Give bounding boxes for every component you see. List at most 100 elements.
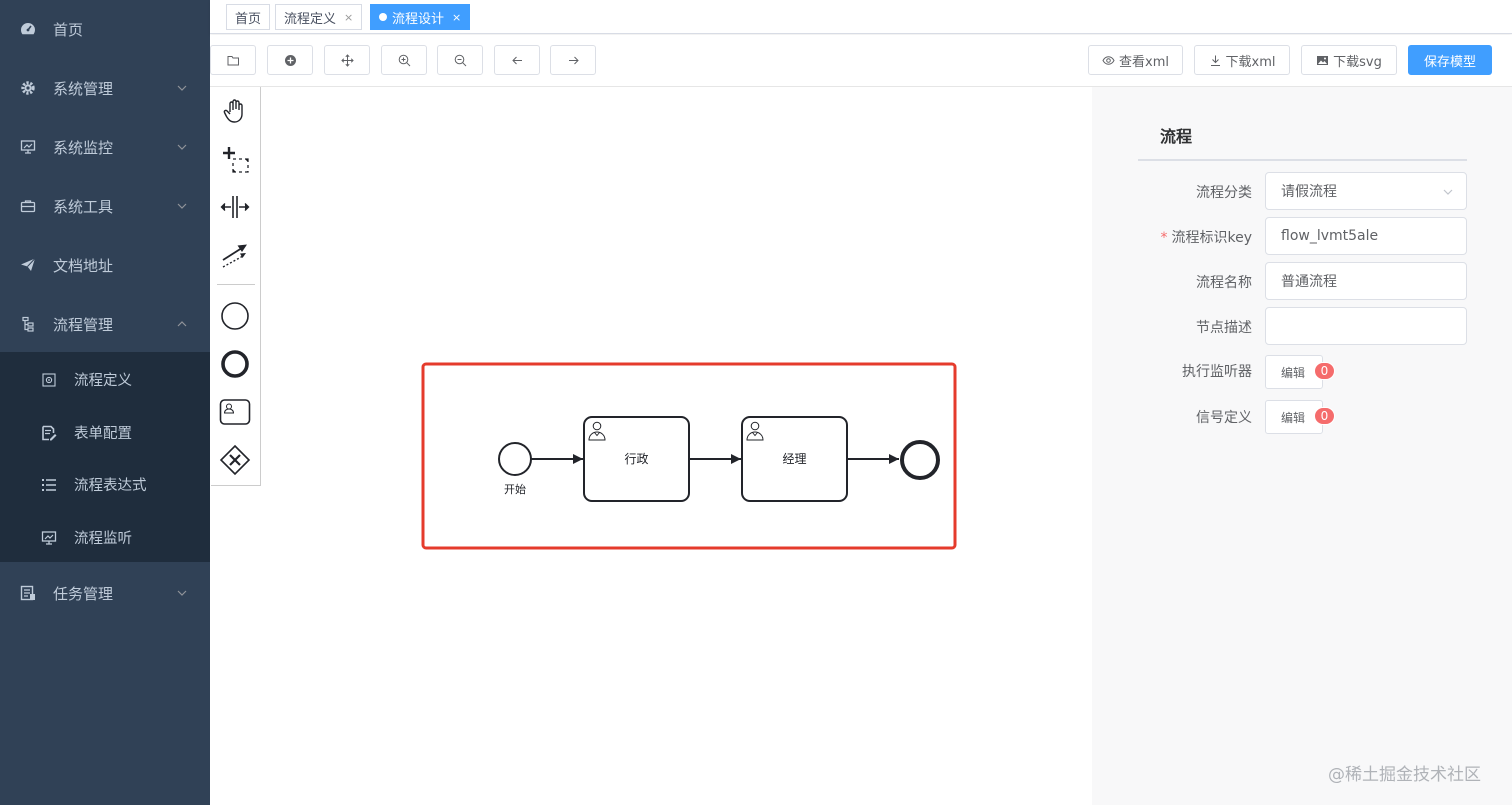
process-category-select[interactable]: 请假流程 xyxy=(1265,172,1467,210)
sidebar-item-home[interactable]: 首页 xyxy=(0,1,210,57)
open-file-icon xyxy=(227,55,239,65)
task-label: 经理 xyxy=(782,452,806,466)
field-label: 节点描述 xyxy=(1196,320,1252,336)
divider xyxy=(1138,159,1467,161)
end-event-icon xyxy=(221,350,249,378)
sidebar-item-process-management[interactable]: 流程管理 xyxy=(0,296,210,352)
create-start-event[interactable] xyxy=(218,299,252,333)
chevron-up-icon xyxy=(177,321,187,327)
sidebar-item-form-config[interactable]: 表单配置 xyxy=(0,406,210,459)
sidebar-item-label: 流程监听 xyxy=(74,531,132,547)
node-description-input[interactable] xyxy=(1265,307,1467,345)
select-value: 请假流程 xyxy=(1281,184,1337,200)
input-value: 普通流程 xyxy=(1281,274,1337,290)
input-value: flow_lvmt5ale xyxy=(1281,228,1379,244)
field-label: * 流程标识key xyxy=(1092,227,1252,247)
sidebar-item-label: 流程管理 xyxy=(53,315,114,334)
chevron-down-icon xyxy=(177,590,187,596)
close-icon[interactable]: × xyxy=(452,11,461,24)
field-label-text: 流程标识key xyxy=(1171,230,1252,246)
sidebar-item-system-admin[interactable]: 系统管理 xyxy=(0,60,210,116)
sidebar-item-label: 流程定义 xyxy=(74,373,132,389)
start-event[interactable] xyxy=(498,442,532,476)
picture-icon xyxy=(1317,55,1329,65)
tag-process-design[interactable]: 流程设计 × xyxy=(370,4,471,30)
sidebar-item-system-tools[interactable]: 系统工具 xyxy=(0,178,210,234)
tag-label: 流程定义 xyxy=(284,11,337,27)
fit-viewport-button[interactable] xyxy=(324,45,370,75)
open-file-button[interactable] xyxy=(210,45,256,75)
save-model-button[interactable]: 保存模型 xyxy=(1408,45,1492,75)
create-user-task[interactable] xyxy=(218,395,252,429)
redo-arrow-icon xyxy=(568,56,579,64)
hand-tool[interactable] xyxy=(218,94,252,128)
download-icon xyxy=(1210,55,1220,66)
sidebar-item-task-management[interactable]: 任务管理 xyxy=(0,565,210,621)
zoom-out-icon xyxy=(454,54,466,66)
panel-title: 流程 xyxy=(1160,127,1193,146)
sidebar-item-process-definition[interactable]: 流程定义 xyxy=(0,353,210,406)
tag-label: 流程设计 xyxy=(392,11,445,27)
field-label: 流程分类 xyxy=(1196,185,1252,201)
global-connect-tool[interactable] xyxy=(218,238,252,272)
zoom-out-button[interactable] xyxy=(437,45,483,75)
sidebar-item-label: 任务管理 xyxy=(53,584,114,603)
task-icon xyxy=(20,585,36,601)
undo-button[interactable] xyxy=(494,45,540,75)
field-label: 信号定义 xyxy=(1196,410,1252,426)
create-end-event[interactable] xyxy=(218,347,252,381)
monitor-icon xyxy=(41,530,57,546)
user-task-icon xyxy=(219,399,251,425)
tag-process-definition[interactable]: 流程定义 × xyxy=(275,4,363,30)
start-event-label: 开始 xyxy=(504,482,526,496)
submenu-process-management: 流程定义 表单配置 流程表达式 流程监听 xyxy=(0,352,210,562)
chevron-down-icon xyxy=(177,85,187,91)
redo-button[interactable] xyxy=(550,45,596,75)
button-label: 编辑 xyxy=(1281,365,1306,380)
process-definition-icon xyxy=(41,372,57,388)
tags-view: 首页 流程定义 × 流程设计 × xyxy=(210,0,1512,34)
signal-count-badge: 0 xyxy=(1314,407,1335,425)
space-tool-icon xyxy=(220,196,250,218)
sidebar-item-label: 首页 xyxy=(53,20,84,39)
start-event-icon xyxy=(221,302,249,330)
close-icon[interactable]: × xyxy=(344,11,353,24)
lasso-tool[interactable] xyxy=(218,142,252,176)
sidebar-item-label: 表单配置 xyxy=(74,426,132,442)
zoom-in-button[interactable] xyxy=(381,45,427,75)
save-model-label: 保存模型 xyxy=(1423,54,1476,70)
tag-home[interactable]: 首页 xyxy=(226,4,271,30)
sidebar-item-system-monitor[interactable]: 系统监控 xyxy=(0,119,210,175)
zoom-in-icon xyxy=(398,54,410,66)
space-tool[interactable] xyxy=(218,190,252,224)
tag-label: 首页 xyxy=(235,11,262,27)
create-exclusive-gateway[interactable] xyxy=(218,443,252,477)
view-xml-button[interactable]: 查看xml xyxy=(1088,45,1183,75)
download-xml-button[interactable]: 下载xml xyxy=(1194,45,1290,75)
end-event[interactable] xyxy=(900,440,940,480)
bpmn-palette xyxy=(211,87,261,486)
sidebar-item-docs[interactable]: 文档地址 xyxy=(0,237,210,293)
properties-panel: 流程 流程分类 请假流程 * 流程标识key flow_lvmt5ale 流程名称… xyxy=(1092,87,1512,805)
sidebar: 首页 系统管理 系统监控 系统工具 文档地址 流程管理 流程定义 表单配置 流程… xyxy=(0,0,210,805)
chevron-down-icon xyxy=(177,144,187,150)
sidebar-item-label: 系统工具 xyxy=(53,197,114,216)
exclusive-gateway-icon xyxy=(219,444,251,476)
form-edit-icon xyxy=(41,425,57,441)
create-new-button[interactable] xyxy=(267,45,313,75)
bpmn-canvas[interactable]: 开始 行政 经理 xyxy=(261,87,1092,805)
list-icon xyxy=(41,477,57,493)
lasso-tool-icon xyxy=(223,147,249,173)
eye-icon xyxy=(1102,55,1115,65)
process-key-input[interactable]: flow_lvmt5ale xyxy=(1265,217,1467,255)
sidebar-item-process-listener[interactable]: 流程监听 xyxy=(0,511,210,564)
hand-tool-icon xyxy=(223,99,243,123)
palette-separator xyxy=(217,284,255,285)
download-svg-button[interactable]: 下载svg xyxy=(1301,45,1397,75)
button-label: 编辑 xyxy=(1281,410,1306,425)
listener-count-badge: 0 xyxy=(1314,362,1335,380)
field-label: 执行监听器 xyxy=(1182,364,1252,380)
sidebar-item-process-expression[interactable]: 流程表达式 xyxy=(0,458,210,511)
field-label: 流程名称 xyxy=(1196,275,1252,291)
process-name-input[interactable]: 普通流程 xyxy=(1265,262,1467,300)
